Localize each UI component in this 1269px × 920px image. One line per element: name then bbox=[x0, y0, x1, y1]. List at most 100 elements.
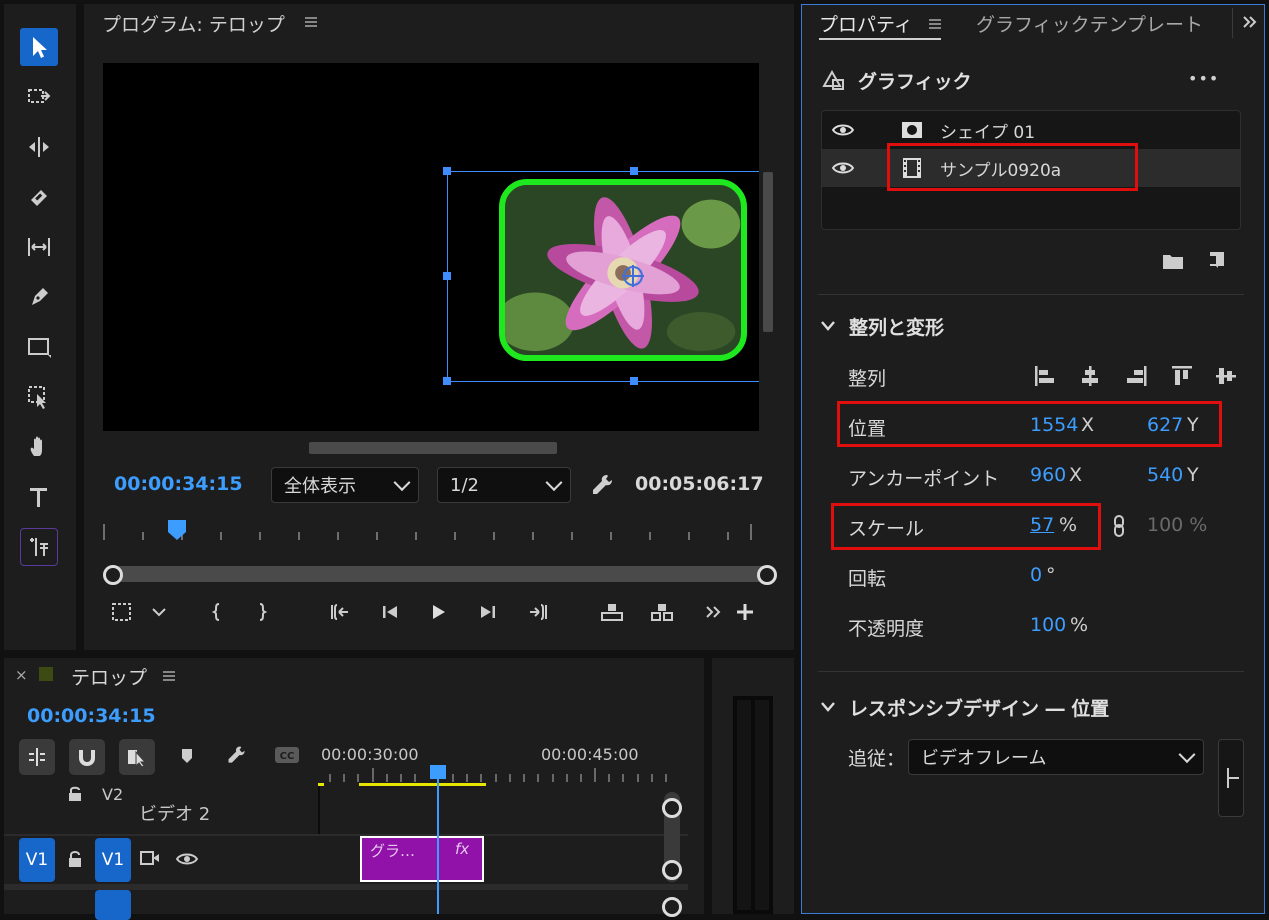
tab-active-underline bbox=[819, 38, 941, 40]
chevron-down-icon bbox=[152, 608, 166, 617]
razor-tool[interactable] bbox=[20, 178, 58, 216]
tab-properties[interactable]: プロパティ bbox=[819, 10, 913, 37]
panel-menu-icon[interactable] bbox=[928, 16, 942, 30]
align-left-icon[interactable] bbox=[1033, 364, 1057, 388]
transform-handle[interactable] bbox=[443, 167, 451, 175]
program-viewport[interactable] bbox=[103, 63, 759, 431]
selection-tool[interactable] bbox=[20, 28, 58, 66]
collapse-chevron-icon[interactable] bbox=[820, 699, 836, 713]
eye-icon[interactable] bbox=[832, 123, 854, 137]
anchor-x-value[interactable]: 960 bbox=[1030, 464, 1066, 486]
align-center-horizontal-icon[interactable] bbox=[1078, 364, 1102, 388]
step-back-button[interactable] bbox=[376, 598, 404, 626]
type-tool[interactable] bbox=[20, 478, 58, 516]
source-track-v1[interactable]: V1 bbox=[19, 838, 55, 882]
panel-menu-icon[interactable] bbox=[304, 14, 318, 28]
zoom-bar-handle-left[interactable] bbox=[103, 565, 123, 585]
go-to-out-button[interactable] bbox=[524, 598, 552, 626]
rectangle-tool[interactable] bbox=[20, 328, 58, 366]
go-to-in-button[interactable] bbox=[326, 598, 354, 626]
viewport-horizontal-scrollbar[interactable] bbox=[309, 442, 557, 454]
timeline-playhead-marker[interactable] bbox=[430, 765, 446, 779]
eye-icon[interactable] bbox=[832, 161, 854, 175]
track-select-tool[interactable] bbox=[20, 78, 58, 116]
sync-lock-icon[interactable] bbox=[140, 850, 160, 866]
tab-graphic-templates[interactable]: グラフィックテンプレート bbox=[976, 10, 1203, 37]
settings-dropdown-button[interactable] bbox=[145, 598, 173, 626]
timeline-settings-icon[interactable] bbox=[226, 744, 248, 766]
anchor-x-unit: X bbox=[1069, 464, 1083, 486]
chevron-down-icon bbox=[393, 474, 411, 492]
selection-bounding-box[interactable] bbox=[447, 171, 759, 382]
pen-tool[interactable] bbox=[20, 278, 58, 316]
nest-icon bbox=[29, 748, 45, 766]
align-right-icon[interactable] bbox=[1124, 364, 1148, 388]
zoom-bar-handle-right[interactable] bbox=[757, 565, 777, 585]
lift-button[interactable] bbox=[598, 598, 626, 626]
hand-tool[interactable] bbox=[20, 428, 58, 466]
program-time-ruler[interactable] bbox=[100, 518, 760, 544]
collapse-chevron-icon[interactable] bbox=[820, 318, 836, 332]
viewport-vertical-scrollbar[interactable] bbox=[763, 172, 773, 332]
add-button[interactable] bbox=[731, 598, 759, 626]
mark-in-button[interactable] bbox=[203, 598, 231, 626]
target-track-v1[interactable]: V1 bbox=[95, 838, 131, 882]
ripple-edit-tool[interactable] bbox=[20, 128, 58, 166]
program-zoom-bar[interactable] bbox=[108, 566, 770, 582]
link-icon[interactable] bbox=[1112, 514, 1126, 538]
scroll-handle-top[interactable] bbox=[662, 798, 682, 818]
anchor-y-unit: Y bbox=[1187, 464, 1199, 486]
transform-handle[interactable] bbox=[443, 377, 451, 385]
opacity-value[interactable]: 100 bbox=[1030, 614, 1066, 636]
toggle-visibility-icon[interactable] bbox=[175, 851, 199, 865]
anchor-point-icon[interactable] bbox=[621, 264, 645, 288]
mark-out-button[interactable] bbox=[248, 598, 276, 626]
scroll-handle-bottom[interactable] bbox=[662, 860, 682, 880]
timeline-ruler[interactable] bbox=[318, 766, 678, 788]
extract-button[interactable] bbox=[648, 598, 676, 626]
slip-tool[interactable] bbox=[20, 228, 58, 266]
target-track-a1[interactable] bbox=[95, 890, 131, 920]
add-marker-icon[interactable] bbox=[177, 746, 197, 766]
extract-icon bbox=[651, 604, 673, 621]
linked-selection-button[interactable] bbox=[119, 739, 155, 775]
pin-diagram[interactable] bbox=[1218, 739, 1244, 817]
lock-icon[interactable] bbox=[67, 850, 83, 868]
insert-sequence-nested-button[interactable] bbox=[19, 739, 55, 775]
clip-graphic[interactable]: グラ… fx bbox=[360, 836, 484, 882]
track-v2-label: V2 bbox=[102, 785, 124, 804]
wrench-icon[interactable] bbox=[590, 472, 616, 498]
transform-handle[interactable] bbox=[630, 377, 638, 385]
program-timecode[interactable]: 00:00:34:15 bbox=[114, 473, 243, 495]
new-group-icon[interactable] bbox=[1162, 252, 1184, 270]
more-controls-button[interactable] bbox=[700, 598, 728, 626]
anchor-y-value[interactable]: 540 bbox=[1147, 464, 1183, 486]
timeline-close-button[interactable]: × bbox=[15, 666, 28, 684]
clip-fx-badge: fx bbox=[455, 840, 470, 858]
zoom-dropdown[interactable]: 全体表示 bbox=[271, 467, 419, 503]
play-button[interactable] bbox=[424, 598, 452, 626]
resolution-dropdown[interactable]: 1/2 bbox=[437, 467, 571, 503]
frame-select-tool[interactable] bbox=[20, 378, 58, 416]
align-top-icon[interactable] bbox=[1170, 364, 1194, 388]
zoom-value: 全体表示 bbox=[284, 476, 356, 497]
lock-icon[interactable] bbox=[67, 786, 83, 802]
rotation-value[interactable]: 0 bbox=[1030, 564, 1042, 586]
transform-handle[interactable] bbox=[630, 167, 638, 175]
more-options-button[interactable]: ••• bbox=[1188, 69, 1219, 88]
panel-menu-icon[interactable] bbox=[162, 668, 176, 682]
scale-linked-value: 100 % bbox=[1147, 514, 1208, 536]
track-edge-line bbox=[318, 786, 320, 834]
scroll-handle-top[interactable] bbox=[662, 897, 682, 917]
timeline-timecode[interactable]: 00:00:34:15 bbox=[27, 705, 156, 727]
follow-dropdown[interactable]: ビデオフレーム bbox=[908, 739, 1204, 775]
panel-overflow-icon[interactable] bbox=[1240, 12, 1260, 32]
transform-handle[interactable] bbox=[443, 272, 451, 280]
safe-margins-button[interactable] bbox=[108, 598, 136, 626]
align-center-vertical-icon[interactable] bbox=[1214, 364, 1238, 388]
new-layer-icon[interactable] bbox=[1206, 250, 1226, 270]
captions-icon[interactable]: CC bbox=[274, 746, 300, 764]
step-forward-button[interactable] bbox=[474, 598, 502, 626]
remix-tool[interactable] bbox=[20, 528, 58, 566]
snap-button[interactable] bbox=[69, 739, 105, 775]
